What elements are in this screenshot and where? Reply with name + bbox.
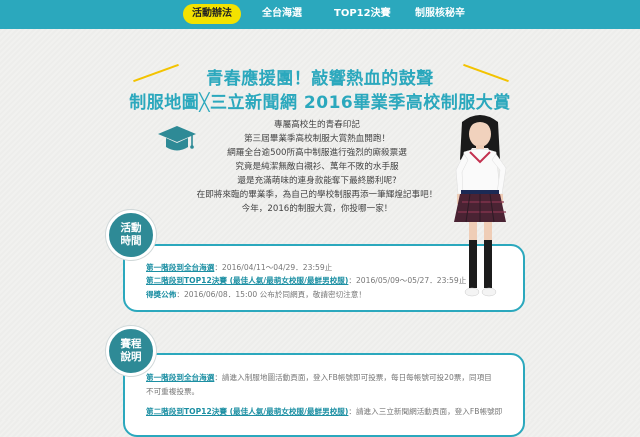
rules-badge: 賽程 說明 <box>106 326 156 376</box>
rules-row-text: ：請進入制服地圖活動頁面，登入FB帳號即可投票，每日每帳號可投20票，同項目 <box>214 373 492 382</box>
rules-badge-label: 賽程 說明 <box>120 338 142 363</box>
nav-tab-preliminary[interactable]: 全台海選 <box>262 4 302 24</box>
nav-tab-activity-rules[interactable]: 活動辦法 <box>183 4 241 24</box>
schedule-row-label: 得獎公佈 <box>146 290 177 299</box>
intro-line: 今年，2016的制服大賞，你投哪一家！ <box>241 204 393 214</box>
intro-line: 在即將來臨的畢業季，為自己的學校制服再添一筆輝煌記事吧！ <box>196 190 438 200</box>
headline-line-1: 青春應援團！敲響熱血的鼓聲 <box>206 69 434 89</box>
nav-tab-uniform-secrets[interactable]: 制服核秘辛 <box>415 4 465 24</box>
schedule-row-label[interactable]: 第二階段到TOP12決賽 (最佳人氣/最萌女校服/最鮮男校服) <box>146 276 348 285</box>
rules-row-label[interactable]: 第一階段到全台海選 <box>146 373 214 382</box>
intro-line: 網羅全台逾500所高中制服進行強烈的廝殺票選 <box>227 148 407 158</box>
headline-line-2: 制服地圖╳三立新聞網 2016畢業季高校制服大賞 <box>129 93 511 113</box>
intro-line: 還是充滿萌味的連身款能奪下最終勝利呢? <box>237 176 397 186</box>
rules-row-label[interactable]: 第二階段到TOP12決賽 (最佳人氣/最萌女校服/最鮮男校服) <box>146 407 348 416</box>
rules-row: 第二階段到TOP12決賽 (最佳人氣/最萌女校服/最鮮男校服)：請進入三立新聞網… <box>146 406 502 417</box>
intro-line: 專屬高校生的青春印記 <box>274 120 360 130</box>
intro-text: 專屬高校生的青春印記 第三屆畢業季高校制服大賞熱血開跑！ 網羅全台逾500所高中… <box>172 118 462 216</box>
schedule-badge: 活動 時間 <box>106 210 156 260</box>
schedule-row-label[interactable]: 第一階段到全台海選 <box>146 263 214 272</box>
nav-tab-top12-final[interactable]: TOP12決賽 <box>334 4 391 24</box>
schedule-row: 第一階段到全台海選：2016/04/11～04/29．23:59止 <box>146 262 332 273</box>
rules-row-text: 不可重複投票。 <box>146 387 200 396</box>
uniform-model-image <box>454 115 507 297</box>
schedule-row-text: ：2016/04/11～04/29．23:59止 <box>214 263 333 272</box>
rules-row-text: ：請進入三立新聞網活動頁面，登入FB帳號即 <box>348 407 503 416</box>
schedule-row-text: ：2016/06/08．15:00 公布於同網頁，敬請密切注意！ <box>176 290 366 299</box>
top-nav-bar: 活動辦法 全台海選 TOP12決賽 制服核秘辛 <box>0 0 640 29</box>
schedule-row: 第二階段到TOP12決賽 (最佳人氣/最萌女校服/最鮮男校服)：2016/05/… <box>146 275 466 286</box>
rules-row: 不可重複投票。 <box>146 386 199 397</box>
schedule-badge-label: 活動 時間 <box>120 222 142 247</box>
intro-line: 第三屆畢業季高校制服大賞熱血開跑！ <box>243 134 391 144</box>
schedule-row: 得獎公佈：2016/06/08．15:00 公布於同網頁，敬請密切注意！ <box>146 289 366 300</box>
intro-line: 究竟是純潔無敵白襯衫、萬年不敗的水手服 <box>235 162 399 172</box>
rules-row: 第一階段到全台海選：請進入制服地圖活動頁面，登入FB帳號即可投票，每日每帳號可投… <box>146 372 492 383</box>
